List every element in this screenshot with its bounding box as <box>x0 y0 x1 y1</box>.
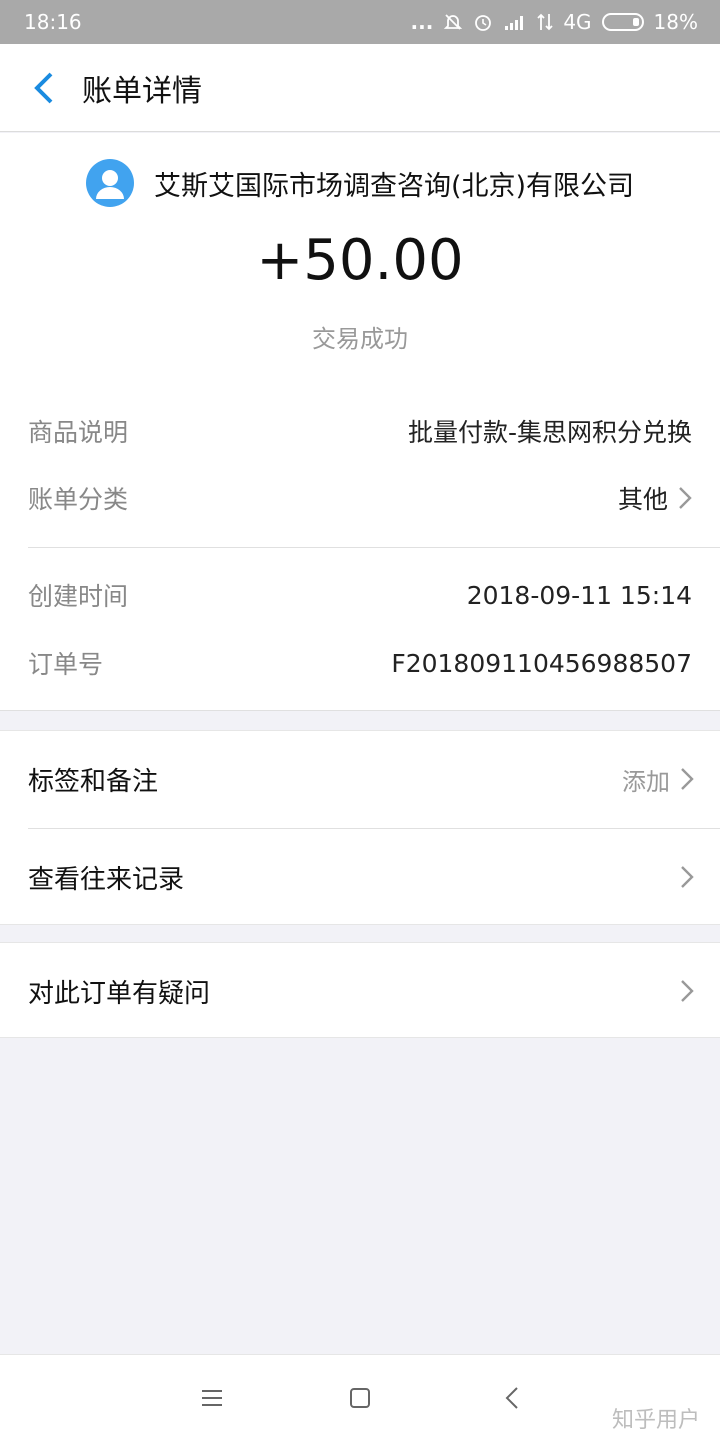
merchant-row: 艾斯艾国际市场调查咨询(北京)有限公司 <box>0 155 720 211</box>
chevron-left-icon[interactable] <box>24 68 64 108</box>
category-label: 账单分类 <box>28 485 129 514</box>
order-row: 订单号 F201809110456988507 <box>28 643 692 683</box>
merchant-name: 艾斯艾国际市场调查咨询(北京)有限公司 <box>153 170 635 202</box>
tags-label: 标签和备注 <box>28 766 159 797</box>
tags-add-action: 添加 <box>622 767 670 796</box>
title-bar: 账单详情 <box>0 44 720 132</box>
product-label: 商品说明 <box>28 418 129 447</box>
actions-card: 标签和备注 添加 查看往来记录 <box>0 730 720 925</box>
order-value: F201809110456988507 <box>391 648 692 678</box>
data-arrows-icon <box>537 12 553 32</box>
question-label: 对此订单有疑问 <box>28 978 211 1009</box>
status-time: 18:16 <box>24 10 82 34</box>
more-dots: ... <box>410 10 434 34</box>
network-type: 4G <box>563 10 592 34</box>
chevron-right-icon <box>678 486 692 510</box>
user-avatar-icon <box>85 159 134 207</box>
amount: +50.00 <box>256 228 464 293</box>
order-label: 订单号 <box>28 650 104 679</box>
category-value-wrap: 其他 <box>618 480 692 516</box>
question-right <box>680 979 694 1003</box>
battery-icon <box>601 13 644 31</box>
chevron-right-icon <box>680 979 694 1003</box>
status-bar: 18:16 ... 4G 18% <box>0 0 720 44</box>
history-right <box>680 865 694 889</box>
tags-notes-row[interactable]: 标签和备注 添加 <box>0 731 720 827</box>
category-row[interactable]: 账单分类 其他 <box>28 478 692 518</box>
created-label: 创建时间 <box>28 582 129 611</box>
hd-signal-icon <box>503 12 527 32</box>
bill-summary: 艾斯艾国际市场调查咨询(北京)有限公司 +50.00 交易成功 商品说明 批量付… <box>0 133 720 548</box>
question-row[interactable]: 对此订单有疑问 <box>0 943 720 1039</box>
watermark: 知乎用户 <box>611 1408 700 1433</box>
page-title: 账单详情 <box>82 73 202 109</box>
transaction-status: 交易成功 <box>312 325 408 353</box>
bill-details: 创建时间 2018-09-11 15:14 订单号 F2018091104569… <box>0 548 720 711</box>
back-triangle-icon[interactable] <box>497 1383 527 1413</box>
home-square-icon[interactable] <box>345 1383 375 1413</box>
created-value: 2018-09-11 15:14 <box>466 580 692 610</box>
history-row[interactable]: 查看往来记录 <box>0 829 720 925</box>
question-card: 对此订单有疑问 <box>0 942 720 1038</box>
alarm-icon <box>473 12 493 32</box>
chevron-right-icon <box>680 865 694 889</box>
status-icons: ... 4G 18% <box>411 10 698 34</box>
product-row: 商品说明 批量付款-集思网积分兑换 <box>28 411 692 451</box>
product-value: 批量付款-集思网积分兑换 <box>407 418 692 447</box>
mute-bell-icon <box>443 12 463 32</box>
history-label: 查看往来记录 <box>28 864 185 895</box>
category-value: 其他 <box>617 485 668 514</box>
tags-right: 添加 <box>622 762 694 797</box>
battery-percent: 18% <box>653 10 698 34</box>
chevron-right-icon <box>680 767 694 791</box>
created-row: 创建时间 2018-09-11 15:14 <box>28 575 692 615</box>
menu-icon[interactable] <box>197 1383 227 1413</box>
